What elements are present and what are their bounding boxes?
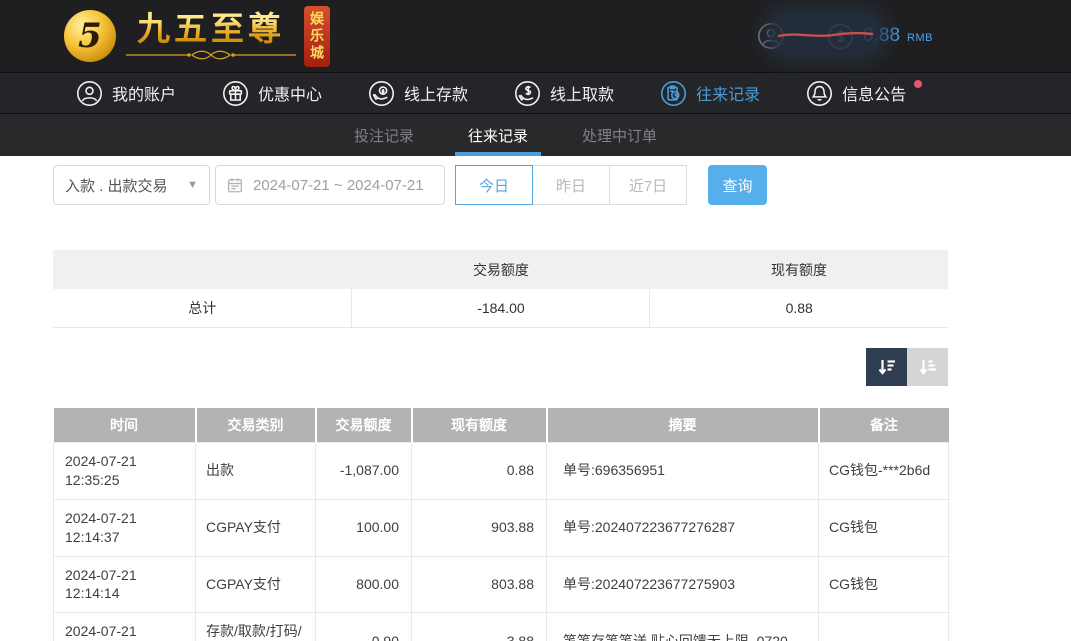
records-header-row: 时间 交易类别 交易额度 现有额度 摘要 备注 xyxy=(54,408,949,443)
tab-transaction-records[interactable]: 往来记录 xyxy=(455,114,541,156)
redaction-scribble xyxy=(775,23,875,45)
last7days-button[interactable]: 近7日 xyxy=(609,165,687,205)
calendar-icon xyxy=(226,176,244,194)
records-table: 时间 交易类别 交易额度 现有额度 摘要 备注 2024-07-21 12:35… xyxy=(53,408,949,641)
balance-currency: RMB xyxy=(907,28,933,44)
cell-balance: 803.88 xyxy=(412,556,547,613)
today-button[interactable]: 今日 xyxy=(455,165,533,205)
notification-dot xyxy=(914,80,922,88)
summary-transaction-total: -184.00 xyxy=(352,289,650,327)
cell-note: CG钱包-***2b6d xyxy=(819,443,949,500)
sort-controls xyxy=(53,348,948,386)
logo-badge: 娱乐城 xyxy=(304,6,330,67)
nav-label: 线上存款 xyxy=(404,81,468,105)
nav-item-promotions[interactable]: 优惠中心 xyxy=(222,80,322,107)
user-account-area[interactable] xyxy=(757,22,785,50)
cell-time: 2024-07-21 12:14:14 xyxy=(54,556,196,613)
table-row: 2024-07-21 12:14:14 CGPAY支付 800.00 803.8… xyxy=(54,556,949,613)
cell-type: 存款/取款/打码/损益 xyxy=(196,613,316,641)
cell-summary: 单号:696356951 xyxy=(547,443,819,500)
cell-balance: 3.88 xyxy=(412,613,547,641)
cell-note xyxy=(819,613,949,641)
nav-item-withdraw[interactable]: 线上取款 xyxy=(514,80,614,107)
cell-note: CG钱包 xyxy=(819,499,949,556)
sort-ascending-icon xyxy=(916,355,940,379)
yesterday-button[interactable]: 昨日 xyxy=(532,165,610,205)
selected-option: 入款 . 出款交易 xyxy=(65,175,168,196)
nav-label: 往来记录 xyxy=(696,81,760,105)
col-header-type: 交易类别 xyxy=(196,408,316,443)
nav-item-transaction-records[interactable]: 往来记录 xyxy=(660,80,760,107)
nav-label: 信息公告 xyxy=(842,81,906,105)
top-header: 5 九五至尊 娱乐城 xyxy=(0,0,1071,72)
deposit-coin-hand-icon xyxy=(368,80,395,107)
nav-label: 我的账户 xyxy=(112,81,176,105)
sort-ascending-button[interactable] xyxy=(907,348,948,386)
user-icon xyxy=(76,80,103,107)
col-header-summary: 摘要 xyxy=(547,408,819,443)
cell-balance: 0.88 xyxy=(412,443,547,500)
tab-betting-records[interactable]: 投注记录 xyxy=(341,114,427,156)
summary-total-row: 总计 -184.00 0.88 xyxy=(53,289,948,327)
record-subtabs: 投注记录 往来记录 处理中订单 xyxy=(0,114,1071,156)
records-clipboard-icon xyxy=(660,80,687,107)
logo-monogram: 5 xyxy=(64,10,116,62)
nav-item-deposit[interactable]: 线上存款 xyxy=(368,80,468,107)
table-row: 2024-07-21 12:35:25 出款 -1,087.00 0.88 单号… xyxy=(54,443,949,500)
date-range-input[interactable]: 2024-07-21 ~ 2024-07-21 xyxy=(215,165,445,205)
summary-header-current-amount: 现有额度 xyxy=(650,250,948,289)
transaction-type-select[interactable]: 入款 . 出款交易 ▼ xyxy=(53,165,210,205)
summary-header-blank xyxy=(53,250,352,289)
summary-table: 交易额度 现有额度 总计 -184.00 0.88 xyxy=(53,250,948,328)
brand-name: 九五至尊 xyxy=(137,11,285,47)
cell-summary: 笔笔存笔笔送 贴心回馈无上限_0720 xyxy=(547,613,819,641)
filter-bar: 入款 . 出款交易 ▼ 2024-07-21 ~ 2024-07-21 今日 昨… xyxy=(53,165,948,205)
cell-balance: 903.88 xyxy=(412,499,547,556)
table-row: 2024-07-21 12:14:37 CGPAY支付 100.00 903.8… xyxy=(54,499,949,556)
search-button[interactable]: 查询 xyxy=(708,165,767,205)
gift-icon xyxy=(222,80,249,107)
col-header-balance: 现有额度 xyxy=(412,408,547,443)
cell-time: 2024-07-21 12:35:25 xyxy=(54,443,196,500)
col-header-note: 备注 xyxy=(819,408,949,443)
summary-header-row: 交易额度 现有额度 xyxy=(53,250,948,289)
cell-amount: -1,087.00 xyxy=(316,443,412,500)
cell-note: CG钱包 xyxy=(819,556,949,613)
sort-descending-button[interactable] xyxy=(866,348,907,386)
cell-time: 2024-07-21 12:14:37 xyxy=(54,499,196,556)
date-range-value: 2024-07-21 ~ 2024-07-21 xyxy=(253,177,424,194)
col-header-time: 时间 xyxy=(54,408,196,443)
cell-type: 出款 xyxy=(196,443,316,500)
cell-time: 2024-07-21 12:14:03 xyxy=(54,613,196,641)
brand-logo[interactable]: 5 九五至尊 娱乐城 xyxy=(64,6,370,67)
cell-summary: 单号:202407223677275903 xyxy=(547,556,819,613)
cell-amount: 800.00 xyxy=(316,556,412,613)
cell-amount: 0.90 xyxy=(316,613,412,641)
content-area: 入款 . 出款交易 ▼ 2024-07-21 ~ 2024-07-21 今日 昨… xyxy=(53,165,948,641)
nav-label: 线上取款 xyxy=(550,81,614,105)
flourish-ornament-icon xyxy=(126,49,296,61)
nav-item-announcements[interactable]: 信息公告 xyxy=(806,80,923,107)
cell-type: CGPAY支付 xyxy=(196,499,316,556)
table-row: 2024-07-21 12:14:03 存款/取款/打码/损益 0.90 3.8… xyxy=(54,613,949,641)
sort-descending-icon xyxy=(875,355,899,379)
tab-pending-orders[interactable]: 处理中订单 xyxy=(569,114,670,156)
cell-summary: 单号:202407223677276287 xyxy=(547,499,819,556)
cell-type: CGPAY支付 xyxy=(196,556,316,613)
summary-total-label: 总计 xyxy=(53,289,352,327)
chevron-down-icon: ▼ xyxy=(187,179,198,191)
redacted-username xyxy=(769,13,881,55)
summary-header-transaction-amount: 交易额度 xyxy=(352,250,650,289)
main-navigation: 我的账户 优惠中心 线上存款 线上取款 往来记录 信息公告 xyxy=(0,72,1071,114)
quick-date-buttons: 今日 昨日 近7日 xyxy=(455,165,687,205)
nav-item-my-account[interactable]: 我的账户 xyxy=(76,80,176,107)
col-header-amount: 交易额度 xyxy=(316,408,412,443)
cell-amount: 100.00 xyxy=(316,499,412,556)
summary-current-total: 0.88 xyxy=(650,289,948,327)
withdraw-dollar-hand-icon xyxy=(514,80,541,107)
nav-label: 优惠中心 xyxy=(258,81,322,105)
bell-icon xyxy=(806,80,833,107)
